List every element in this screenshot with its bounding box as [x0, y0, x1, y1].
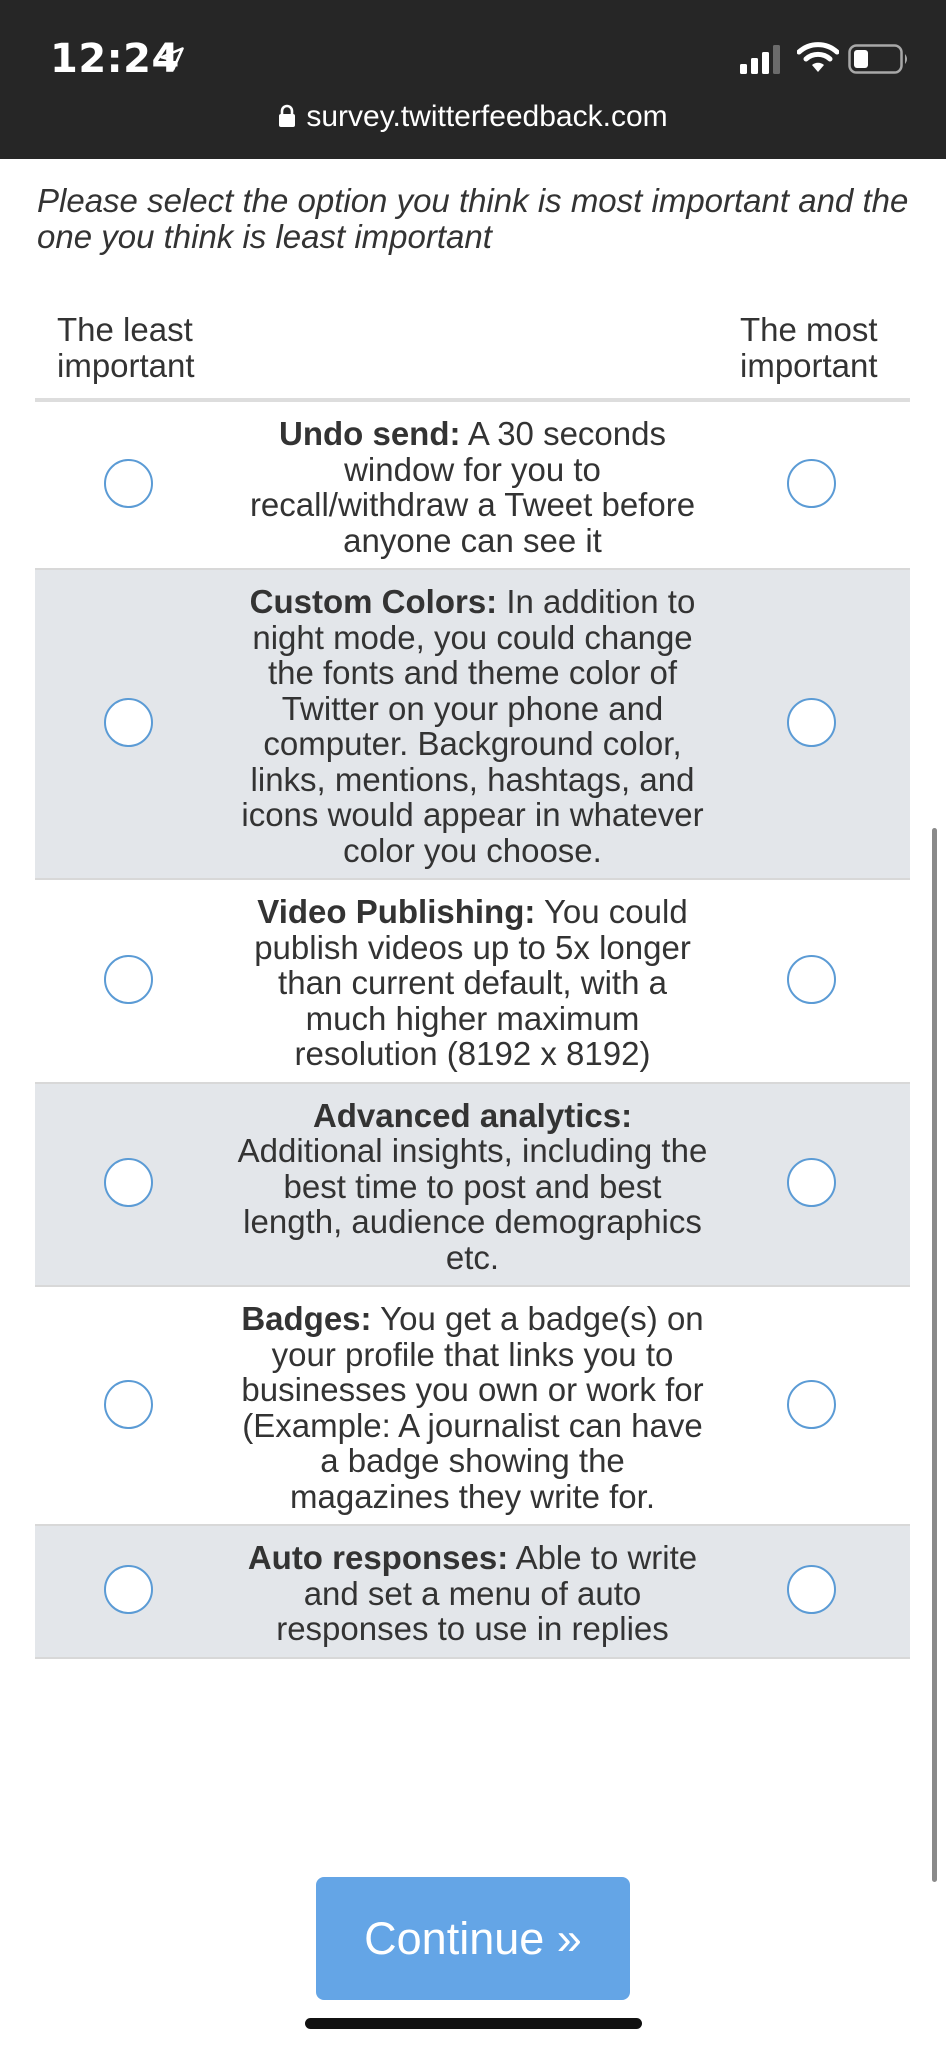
battery-icon	[848, 44, 907, 74]
continue-button[interactable]: Continue »	[316, 1877, 630, 2000]
column-header-most-label: The most important	[740, 311, 878, 384]
radio-most-auto-responses[interactable]	[787, 1565, 836, 1615]
radio-least-advanced-analytics[interactable]	[104, 1158, 153, 1208]
radio-most-badges[interactable]	[787, 1379, 836, 1429]
option-text: Auto responses: Able to write and set a …	[238, 1526, 708, 1657]
options-table: Undo send: A 30 seconds window for you t…	[35, 402, 910, 1659]
radio-least-badges[interactable]	[104, 1379, 153, 1429]
option-row-undo-send: Undo send: A 30 seconds window for you t…	[35, 402, 910, 570]
url-text: survey.twitterfeedback.com	[306, 100, 668, 133]
option-title: Undo send:	[279, 415, 461, 452]
radio-most-custom-colors[interactable]	[787, 698, 836, 747]
radio-least-undo-send[interactable]	[104, 459, 153, 508]
option-row-badges: Badges: You get a badge(s) on your profi…	[35, 1287, 910, 1526]
radio-least-auto-responses[interactable]	[104, 1565, 153, 1615]
survey-instructions: Please select the option you think is mo…	[37, 182, 909, 255]
radio-least-custom-colors[interactable]	[104, 698, 153, 747]
location-arrow-icon	[160, 47, 184, 71]
option-text: Undo send: A 30 seconds window for you t…	[238, 402, 708, 568]
option-row-video-publishing: Video Publishing: You could publish vide…	[35, 880, 910, 1084]
option-title: Auto responses:	[247, 1539, 509, 1576]
option-description: Additional insights, including the best …	[237, 1132, 708, 1276]
home-indicator[interactable]	[305, 2018, 642, 2029]
option-title: Badges:	[241, 1300, 372, 1337]
option-title: Custom Colors:	[249, 583, 498, 620]
option-text: Advanced analytics: Additional insights,…	[238, 1084, 708, 1286]
option-text: Custom Colors: In addition to night mode…	[238, 570, 708, 878]
signal-icon	[740, 45, 780, 74]
wifi-icon	[797, 42, 839, 72]
option-text: Video Publishing: You could publish vide…	[238, 880, 708, 1082]
option-description: In addition to night mode, you could cha…	[241, 583, 704, 869]
column-header-least-label: The least important	[57, 311, 195, 384]
lock-icon	[279, 104, 296, 127]
option-row-custom-colors: Custom Colors: In addition to night mode…	[35, 570, 910, 880]
address-bar[interactable]: survey.twitterfeedback.com	[0, 100, 946, 134]
option-row-advanced-analytics: Advanced analytics: Additional insights,…	[35, 1083, 910, 1287]
page-scrollbar[interactable]	[932, 828, 937, 1882]
radio-most-undo-send[interactable]	[787, 459, 836, 508]
option-title: Advanced analytics:	[312, 1096, 633, 1134]
browser-top-bar: 12:24 survey.twitterfeedback.com	[0, 0, 946, 159]
column-header-most: The most important	[740, 312, 900, 384]
option-row-auto-responses: Auto responses: Able to write and set a …	[35, 1526, 910, 1659]
radio-least-video-publishing[interactable]	[104, 954, 153, 1004]
option-title: Video Publishing:	[257, 893, 536, 930]
column-header-least: The least important	[57, 312, 227, 384]
option-text: Badges: You get a badge(s) on your profi…	[238, 1287, 708, 1524]
radio-most-video-publishing[interactable]	[787, 954, 836, 1004]
radio-most-advanced-analytics[interactable]	[787, 1158, 836, 1208]
